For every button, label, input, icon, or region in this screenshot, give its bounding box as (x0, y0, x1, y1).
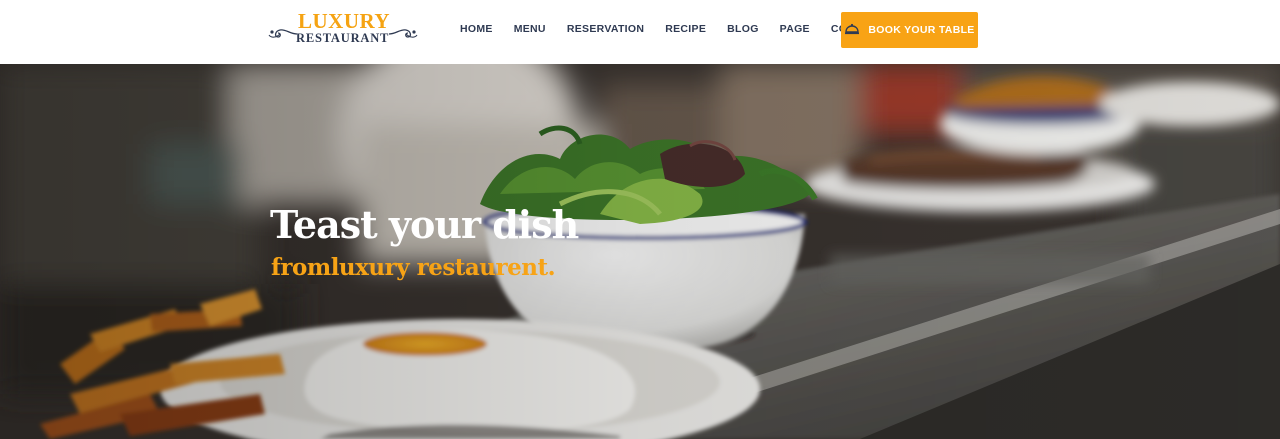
book-table-button[interactable]: BOOK YOUR TABLE (841, 12, 978, 48)
site-header: LUXURY RESTAURANT HOME MENU RESERVATION … (0, 0, 1280, 64)
site-logo[interactable]: LUXURY RESTAURANT (268, 9, 418, 50)
nav-item-blog[interactable]: BLOG (727, 23, 759, 35)
main-nav: HOME MENU RESERVATION RECIPE BLOG PAGE C… (460, 0, 884, 58)
nav-item-home[interactable]: HOME (460, 23, 493, 35)
hero-subtitle: fromluxury restaurent. (271, 254, 556, 281)
logo-wordmark-top: LUXURY (298, 9, 391, 33)
nav-item-recipe[interactable]: RECIPE (665, 23, 706, 35)
nav-item-page[interactable]: PAGE (780, 23, 810, 35)
book-table-label: BOOK YOUR TABLE (868, 24, 975, 36)
nav-item-reservation[interactable]: RESERVATION (567, 23, 644, 35)
nav-item-menu[interactable]: MENU (514, 23, 546, 35)
hero-overlay (0, 64, 1280, 439)
hero-title: Teast your dish (270, 202, 579, 247)
logo-wordmark-bottom: RESTAURANT (296, 31, 390, 45)
logo-flourish-left-icon (268, 29, 298, 38)
hero-section: Teast your dish fromluxury restaurent. (0, 64, 1280, 439)
logo-flourish-right-icon (388, 29, 418, 38)
cloche-icon (845, 23, 860, 35)
